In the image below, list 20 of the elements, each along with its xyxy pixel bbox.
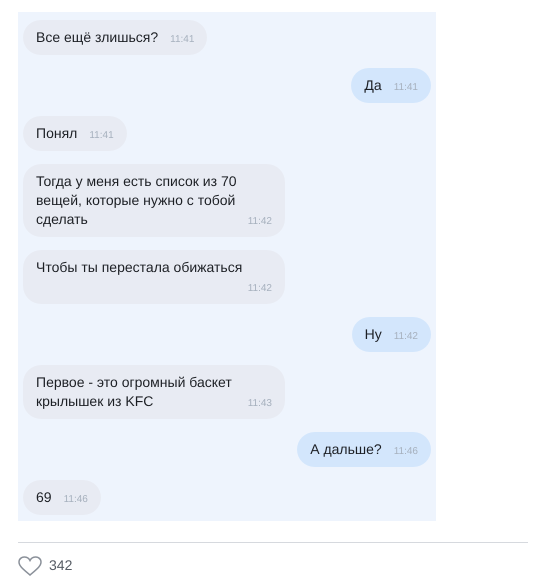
message-time: 11:46	[64, 493, 88, 507]
message-time: 11:41	[89, 129, 114, 143]
message-text: Все ещё злишься?	[36, 29, 158, 45]
message-time: 11:41	[170, 33, 194, 47]
message-text: Чтобы ты перестала обижаться	[36, 259, 242, 275]
heart-icon[interactable]	[18, 556, 42, 576]
message-time: 11:43	[248, 397, 272, 411]
message-text: Первое - это огромный баскет крылышек из KFC	[36, 374, 232, 409]
message-text: 69	[36, 489, 52, 505]
message-text: А дальше?	[310, 441, 382, 457]
message-time: 11:42	[248, 282, 272, 296]
like-count: 342	[49, 556, 72, 575]
message-time: 11:46	[394, 445, 418, 459]
message-time: 11:41	[394, 81, 418, 95]
message-text: Тогда у меня есть список из 70 вещей, которые нужно с тобой сделать	[36, 173, 237, 227]
message-text: Да	[364, 77, 382, 93]
message-time: 11:42	[394, 330, 418, 344]
message-text: Ну	[364, 326, 382, 342]
message-text: Понял	[36, 125, 78, 141]
message-time: 11:42	[248, 215, 272, 229]
